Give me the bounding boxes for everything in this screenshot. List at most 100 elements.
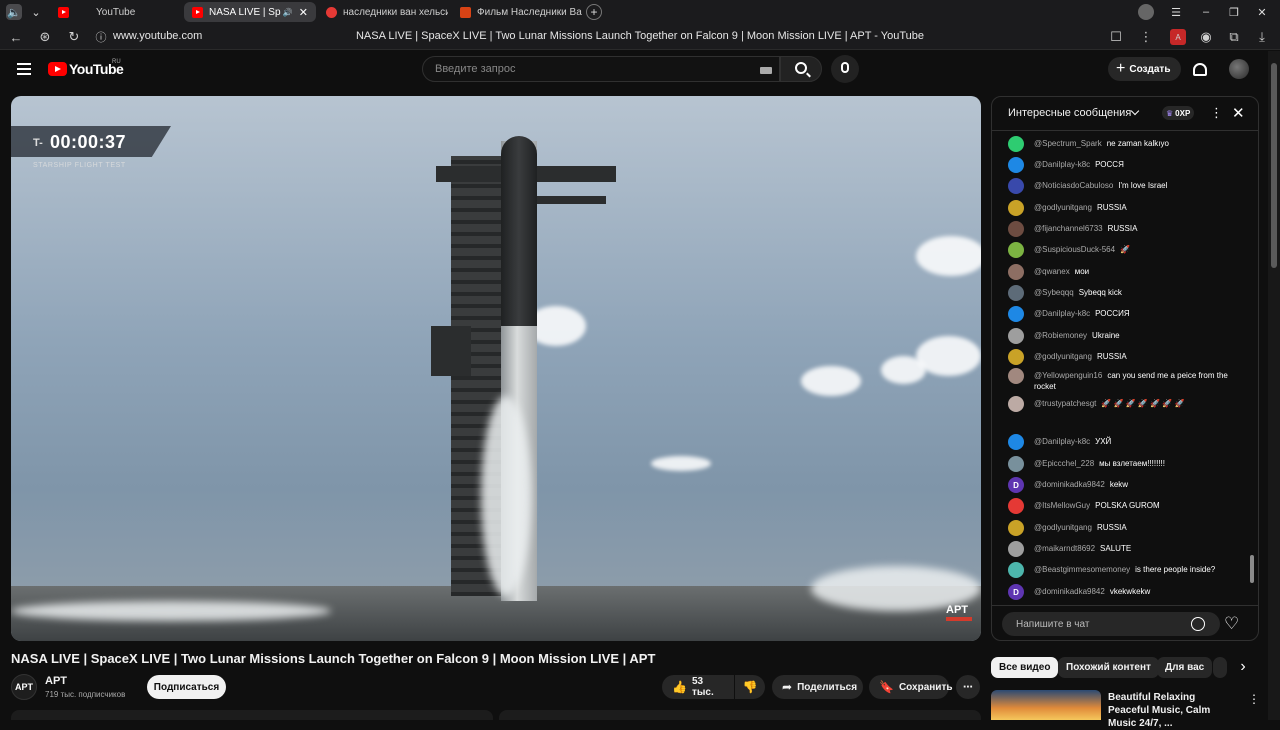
chat-message-list[interactable]: @Spectrum_Spark ne zaman kalkıyo @Danilpla…: [992, 133, 1258, 603]
dislike-button[interactable]: 👎: [735, 675, 765, 699]
youtube-logo-icon[interactable]: [48, 62, 67, 76]
chat-author[interactable]: @NoticiasdoCabuloso: [1034, 181, 1113, 190]
chat-message[interactable]: @godlyunitgang RUSSIA: [1008, 349, 1234, 365]
chip-all-videos[interactable]: Все видео: [991, 657, 1059, 678]
chat-message[interactable]: @Epiccchel_228 мы взлетаем!!!!!!!!: [1008, 456, 1234, 472]
chat-author[interactable]: @Danilplay-k8c: [1034, 160, 1090, 169]
chip-related[interactable]: Похожий контент: [1058, 657, 1159, 678]
subscribe-button[interactable]: Подписаться: [147, 675, 226, 699]
channel-avatar[interactable]: APT: [11, 674, 37, 700]
tab-pinned-youtube[interactable]: [50, 2, 80, 22]
page-scrollbar[interactable]: [1268, 51, 1280, 720]
chat-message[interactable]: @trustypatchesgt 🚀 🚀 🚀 🚀 🚀 🚀 🚀: [1008, 396, 1234, 412]
chat-author[interactable]: @Danilplay-k8c: [1034, 437, 1090, 446]
chat-message[interactable]: @Danilplay-k8c РОССЯ: [1008, 157, 1234, 173]
chevron-down-icon[interactable]: ⌄: [28, 4, 44, 20]
chat-author[interactable]: @fijanchannel6733: [1034, 224, 1103, 233]
more-icon[interactable]: ⋮: [1138, 29, 1154, 45]
chat-author[interactable]: @qwanex: [1034, 267, 1070, 276]
chat-message[interactable]: D @dominikadka9842 kekw: [1008, 477, 1234, 493]
collections-icon[interactable]: ⧉: [1226, 29, 1242, 45]
chat-message[interactable]: @NoticiasdoCabuloso I'm love Israel: [1008, 178, 1234, 194]
download-icon[interactable]: ⤓: [1254, 29, 1270, 45]
chat-message[interactable]: @godlyunitgang RUSSIA: [1008, 200, 1234, 216]
chat-message[interactable]: @fijanchannel6733 RUSSIA: [1008, 221, 1234, 237]
media-icon[interactable]: ◉: [1198, 29, 1214, 45]
chat-avatar[interactable]: [1008, 178, 1024, 194]
chat-avatar[interactable]: [1008, 456, 1024, 472]
chat-author[interactable]: @Sybeqqq: [1034, 288, 1074, 297]
chat-avatar[interactable]: [1008, 264, 1024, 280]
chat-avatar[interactable]: [1008, 242, 1024, 258]
chat-avatar[interactable]: [1008, 157, 1024, 173]
chat-message[interactable]: @Robiemoney Ukraine: [1008, 328, 1234, 344]
chat-avatar[interactable]: D: [1008, 477, 1024, 493]
chat-author[interactable]: @godlyunitgang: [1034, 203, 1092, 212]
chat-author[interactable]: @Yellowpenguin16: [1034, 371, 1102, 380]
chevron-down-icon[interactable]: [1130, 106, 1140, 116]
translate-icon[interactable]: A: [1170, 29, 1186, 45]
menu-icon[interactable]: ☰: [1168, 4, 1184, 20]
video-player[interactable]: T- 00:00:37 STARSHIP FLIGHT TEST APT: [11, 96, 981, 641]
more-actions-button[interactable]: ⋯: [956, 675, 980, 699]
chat-avatar[interactable]: [1008, 396, 1024, 412]
chat-avatar[interactable]: [1008, 562, 1024, 578]
chat-message[interactable]: @godlyunitgang RUSSIA: [1008, 520, 1234, 536]
xp-badge[interactable]: ♛ 0XP: [1162, 106, 1195, 120]
search-input[interactable]: [422, 56, 780, 82]
more-icon[interactable]: ⋮: [1248, 692, 1260, 706]
chat-scrollbar[interactable]: [1250, 137, 1254, 597]
chat-author[interactable]: @Epiccchel_228: [1034, 459, 1094, 468]
maximize-icon[interactable]: ❐: [1226, 4, 1242, 20]
chat-author[interactable]: @godlyunitgang: [1034, 523, 1092, 532]
chat-avatar[interactable]: D: [1008, 584, 1024, 600]
chat-message[interactable]: @maikarndt8692 SALUTE: [1008, 541, 1234, 557]
chat-message[interactable]: @SuspiciousDuck-564 🚀: [1008, 242, 1234, 258]
tab-film-heirs[interactable]: Фильм Наследники Ван Х: [452, 2, 582, 22]
chat-message[interactable]: @Sybeqqq Sybeqq kick: [1008, 285, 1234, 301]
reload-icon[interactable]: ↻: [66, 29, 82, 45]
chat-avatar[interactable]: [1008, 349, 1024, 365]
voice-search-button[interactable]: [831, 55, 859, 83]
chat-message[interactable]: @Spectrum_Spark ne zaman kalkıyo: [1008, 136, 1234, 152]
more-icon[interactable]: ⋮: [1210, 106, 1223, 120]
chat-mode-selector[interactable]: Интересные сообщения: [1008, 107, 1131, 119]
keyboard-icon[interactable]: [760, 67, 772, 74]
chat-input[interactable]: [1002, 612, 1220, 636]
notifications-icon[interactable]: [1193, 63, 1207, 76]
close-tab-icon[interactable]: ✕: [299, 6, 308, 19]
chat-author[interactable]: @Spectrum_Spark: [1034, 139, 1102, 148]
chat-avatar[interactable]: [1008, 498, 1024, 514]
chat-avatar[interactable]: [1008, 434, 1024, 450]
chat-author[interactable]: @dominikadka9842: [1034, 480, 1105, 489]
new-tab-icon[interactable]: +: [586, 4, 602, 20]
chat-avatar[interactable]: [1008, 541, 1024, 557]
chat-author[interactable]: @Danilplay-k8c: [1034, 309, 1090, 318]
profile-icon[interactable]: [1138, 4, 1154, 20]
chat-author[interactable]: @dominikadka9842: [1034, 587, 1105, 596]
chat-avatar[interactable]: [1008, 328, 1024, 344]
chat-message[interactable]: D @dominikadka9842 vkekwkekw: [1008, 584, 1234, 600]
create-button[interactable]: + Создать: [1108, 57, 1181, 81]
chat-message[interactable]: @Danilplay-k8c УХЙ: [1008, 434, 1234, 450]
chat-author[interactable]: @Robiemoney: [1034, 331, 1087, 340]
close-window-icon[interactable]: ✕: [1254, 4, 1270, 20]
like-button[interactable]: 👍 53 тыс.: [662, 675, 734, 699]
chevron-right-icon[interactable]: ›: [1233, 658, 1253, 678]
heart-icon[interactable]: ♡: [1224, 614, 1239, 634]
minimize-icon[interactable]: –: [1198, 4, 1214, 20]
emoji-icon[interactable]: [1191, 617, 1205, 631]
url-field[interactable]: www.youtube.com: [113, 30, 202, 42]
chip-partial[interactable]: [1213, 657, 1227, 678]
chat-avatar[interactable]: [1008, 285, 1024, 301]
recommendation-title[interactable]: Beautiful Relaxing Peaceful Music, Calm …: [1108, 691, 1228, 730]
menu-icon[interactable]: [17, 63, 31, 75]
chat-author[interactable]: @SuspiciousDuck-564: [1034, 245, 1115, 254]
speaker-icon[interactable]: 🔈: [6, 4, 22, 20]
account-avatar[interactable]: [1229, 59, 1249, 79]
save-button[interactable]: 🔖 Сохранить: [869, 675, 953, 699]
recommendation-thumbnail[interactable]: [991, 690, 1101, 720]
close-icon[interactable]: ✕: [1232, 104, 1245, 122]
chat-avatar[interactable]: [1008, 306, 1024, 322]
channel-name[interactable]: APT: [45, 675, 67, 687]
